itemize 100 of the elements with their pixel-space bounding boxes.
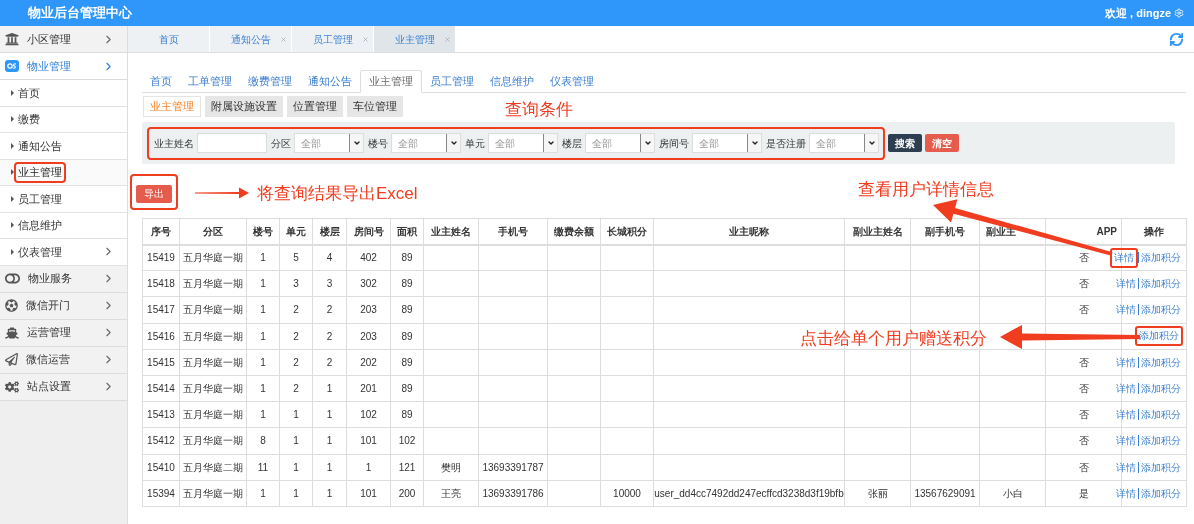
action-link[interactable]: 添加积分: [1138, 409, 1183, 421]
caret-icon: [750, 139, 759, 147]
page-tab[interactable]: 业主管理: [374, 26, 456, 52]
action-link[interactable]: 详情: [1114, 302, 1138, 318]
module-tab[interactable]: 仪表管理: [542, 70, 602, 93]
column-header: 楼号: [246, 218, 280, 245]
action-link[interactable]: 添加积分: [1138, 278, 1183, 290]
table-cell: 王亮: [423, 480, 479, 507]
table-cell: 102: [346, 401, 391, 428]
sub-tab[interactable]: 位置管理: [287, 96, 343, 117]
bullet-icon: [11, 116, 14, 123]
search-button[interactable]: 搜索: [888, 134, 922, 152]
bullet-icon: [11, 222, 14, 229]
action-link[interactable]: 添加积分: [1138, 383, 1183, 395]
module-tab[interactable]: 信息维护: [482, 70, 542, 93]
module-tab[interactable]: 员工管理: [422, 70, 482, 93]
table-cell: 张丽: [844, 480, 911, 507]
clear-button[interactable]: 清空: [925, 134, 959, 152]
sub-tab[interactable]: 附属设施设置: [205, 96, 283, 117]
action-link[interactable]: 添加积分: [1138, 461, 1183, 473]
table-cell: 1: [246, 349, 280, 376]
sidebar-item[interactable]: 员工管理: [0, 186, 127, 213]
select-field[interactable]: 全部: [391, 133, 461, 153]
arrow: [195, 187, 249, 199]
table-cell: 15410: [142, 454, 180, 481]
page-tab[interactable]: 通知公告: [210, 26, 292, 52]
paper-plane-icon: [5, 353, 18, 366]
action-link[interactable]: 详情: [1114, 381, 1138, 397]
module-tab[interactable]: 首页: [142, 70, 180, 93]
select-field[interactable]: 全部: [809, 133, 879, 153]
table-cell: 15416: [142, 323, 180, 350]
table-cell: 3: [312, 270, 347, 297]
close-icon[interactable]: [362, 35, 369, 43]
table-cell: 4: [312, 244, 347, 271]
module-tab[interactable]: 通知公告: [300, 70, 360, 93]
table-cell: 1: [246, 270, 280, 297]
table-cell: 402: [346, 244, 391, 271]
close-icon[interactable]: [280, 35, 287, 43]
action-link[interactable]: 添加积分: [1138, 435, 1183, 447]
refresh-icon[interactable]: [1169, 31, 1184, 47]
table-cell: 203: [346, 323, 391, 350]
annotation: 点击给单个用户赠送积分: [800, 328, 987, 350]
close-icon[interactable]: [444, 35, 451, 43]
action-link[interactable]: 详情: [1114, 354, 1138, 370]
action-link[interactable]: 详情: [1114, 433, 1138, 449]
sidebar-group[interactable]: 物业管理: [0, 53, 127, 80]
filter-label: 业主姓名: [154, 136, 194, 151]
select-field[interactable]: 全部: [585, 133, 655, 153]
table-cell: 8: [246, 427, 280, 454]
table-cell: 15419: [142, 244, 180, 271]
action-link[interactable]: 添加积分: [1138, 252, 1183, 264]
sidebar-item[interactable]: 业主管理: [0, 159, 127, 186]
action-link[interactable]: 添加积分: [1138, 356, 1183, 368]
table-cell: 89: [390, 270, 424, 297]
table-cell: 1: [246, 244, 280, 271]
page-tab[interactable]: 首页: [128, 26, 210, 52]
table-cell: 2: [279, 375, 313, 402]
sub-tab[interactable]: 业主管理: [143, 96, 201, 117]
table-cell: 五月华庭一期: [179, 427, 247, 454]
table-cell: 89: [390, 244, 424, 271]
sidebar-item[interactable]: 通知公告: [0, 133, 127, 160]
module-tab[interactable]: 缴费管理: [240, 70, 300, 93]
module-tab[interactable]: 工单管理: [180, 70, 240, 93]
sidebar-item[interactable]: 缴费: [0, 106, 127, 133]
settings-icon[interactable]: [1174, 8, 1184, 18]
select-field[interactable]: 全部: [488, 133, 558, 153]
filter-label: 是否注册: [766, 136, 806, 151]
action-link[interactable]: 详情: [1114, 407, 1138, 423]
table-cell: 121: [390, 454, 424, 481]
table-cell: 15412: [142, 427, 180, 454]
action-link[interactable]: 添加积分: [1138, 487, 1183, 499]
table-cell: 200: [390, 480, 424, 507]
sidebar-item[interactable]: 首页: [0, 80, 127, 107]
column-header: 长城积分: [600, 218, 654, 245]
page-tab[interactable]: 员工管理: [292, 26, 374, 52]
action-link[interactable]: 详情: [1110, 247, 1138, 268]
column-header: 副业主姓名: [844, 218, 911, 245]
input-field[interactable]: [197, 133, 267, 153]
table-cell: 五月华庭一期: [179, 375, 247, 402]
column-header: 楼层: [312, 218, 347, 245]
select-field[interactable]: 全部: [294, 133, 364, 153]
caret-icon: [867, 139, 876, 147]
select-field[interactable]: 全部: [692, 133, 762, 153]
annotation: 查询条件: [505, 99, 573, 121]
caret-icon: [449, 139, 458, 147]
sidebar-item[interactable]: 信息维护: [0, 212, 127, 239]
sub-tab[interactable]: 车位管理: [347, 96, 403, 117]
action-link[interactable]: 添加积分: [1138, 304, 1183, 316]
export-button[interactable]: 导出: [136, 184, 172, 203]
table-cell: 2: [312, 296, 347, 324]
sidebar-item[interactable]: 仪表管理: [0, 239, 127, 266]
action-link[interactable]: 详情: [1114, 459, 1138, 475]
app-title: 物业后台管理中心: [28, 4, 132, 23]
column-header: 业主姓名: [423, 218, 479, 245]
table-cell: 1: [246, 401, 280, 428]
action-link[interactable]: 详情: [1114, 276, 1138, 292]
action-link[interactable]: 详情: [1114, 485, 1138, 501]
module-tab[interactable]: 业主管理: [360, 70, 422, 93]
bullet-icon: [11, 195, 14, 202]
table-cell: 201: [346, 375, 391, 402]
